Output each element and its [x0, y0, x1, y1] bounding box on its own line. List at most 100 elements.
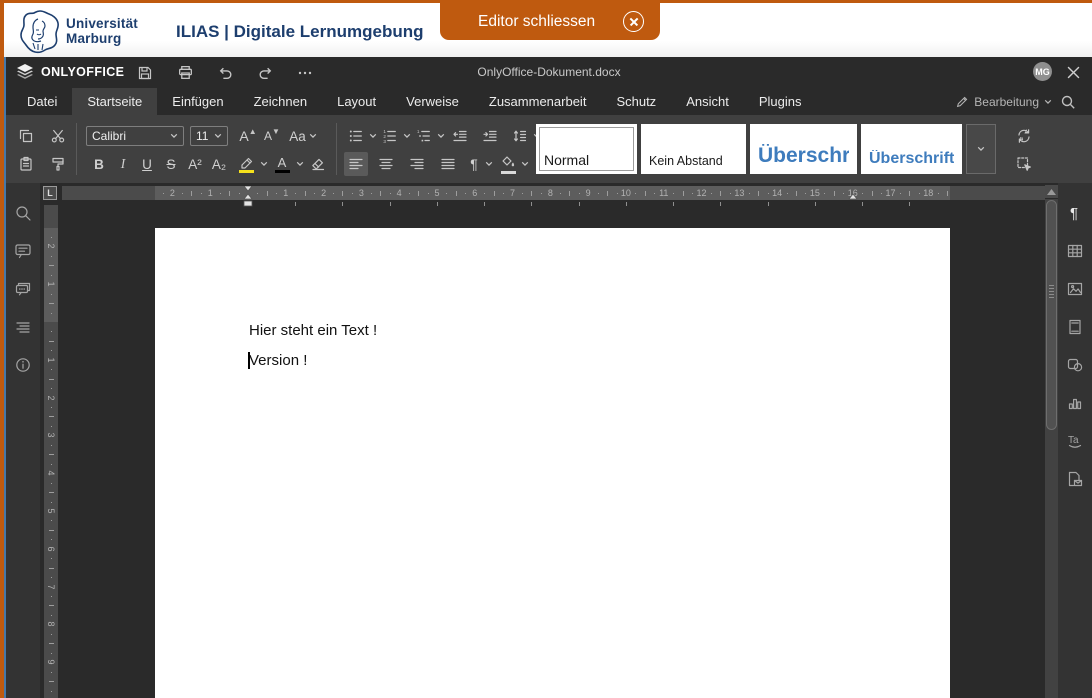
multilevel-list-button[interactable]: 1: [412, 124, 436, 148]
h-ruler-number: 8: [548, 188, 553, 198]
horizontal-ruler[interactable]: L 21123456789101112131415161718: [40, 186, 1045, 208]
subscript-button[interactable]: A₂: [208, 152, 230, 176]
v-ruler-number: 5: [46, 508, 56, 513]
style-card-berschrift-2[interactable]: Überschrift 2: [861, 124, 962, 174]
tabstop-selector[interactable]: L: [43, 186, 57, 200]
editing-mode-dropdown[interactable]: Bearbeitung: [955, 88, 1052, 115]
tab-zeichnen[interactable]: Zeichnen: [239, 88, 322, 115]
shading-button[interactable]: [496, 152, 520, 176]
tab-zusammenarbeit[interactable]: Zusammenarbeit: [474, 88, 602, 115]
font-size-select[interactable]: 11: [190, 126, 228, 146]
style-card-kein-abstand[interactable]: Kein Abstand: [641, 124, 746, 174]
textart-settings-icon[interactable]: Ta: [1062, 428, 1088, 454]
close-editor-button[interactable]: Editor schliessen: [440, 3, 660, 40]
bold-button[interactable]: B: [88, 152, 110, 176]
tab-startseite[interactable]: Startseite: [72, 88, 157, 115]
mailmerge-settings-icon[interactable]: [1062, 466, 1088, 492]
select-tool-button[interactable]: [1011, 152, 1037, 176]
bullets-button[interactable]: [344, 124, 368, 148]
navigation-icon[interactable]: [10, 314, 36, 340]
search-icon[interactable]: [1060, 90, 1084, 114]
superscript-button[interactable]: A²: [184, 152, 206, 176]
multilevel-list-arrow[interactable]: [435, 124, 446, 148]
font-color-arrow[interactable]: [294, 152, 305, 176]
left-indent-marker[interactable]: [243, 186, 253, 208]
change-case-button[interactable]: Aa: [286, 124, 320, 148]
paste-button[interactable]: [14, 152, 38, 176]
shading-arrow[interactable]: [519, 152, 530, 176]
toolbar-separator: [76, 123, 77, 175]
pencil-icon: [955, 95, 969, 109]
underline-button[interactable]: U: [136, 152, 158, 176]
replace-button[interactable]: AB: [1011, 124, 1037, 148]
scroll-up-button[interactable]: [1045, 185, 1058, 198]
numbered-list-button[interactable]: 123: [378, 124, 402, 148]
italic-button[interactable]: I: [112, 152, 134, 176]
print-button[interactable]: [172, 60, 198, 85]
v-ruler-number: 3: [46, 433, 56, 438]
bullets-arrow[interactable]: [367, 124, 378, 148]
tab-verweise[interactable]: Verweise: [391, 88, 474, 115]
tab-schutz[interactable]: Schutz: [601, 88, 671, 115]
align-right-button[interactable]: [405, 152, 429, 176]
user-avatar[interactable]: MG: [1033, 62, 1052, 81]
shape-settings-icon[interactable]: [1062, 352, 1088, 378]
about-icon[interactable]: [10, 352, 36, 378]
headerfooter-settings-icon[interactable]: [1062, 314, 1088, 340]
home-toolbar: Calibri 11 A▲A▼Aa BIUSA²A₂ A 123 1 ¶ NormalKein …: [6, 115, 1092, 183]
increase-indent-button[interactable]: [478, 124, 502, 148]
numbered-list-arrow[interactable]: [401, 124, 412, 148]
justify-button[interactable]: [436, 152, 460, 176]
format-painter-button[interactable]: [46, 152, 70, 176]
svg-text:1: 1: [417, 129, 420, 134]
document-page[interactable]: Hier steht ein Text !Version !: [155, 228, 950, 698]
table-settings-icon[interactable]: [1062, 238, 1088, 264]
page-title: ILIAS | Digitale Lernumgebung: [176, 22, 424, 42]
clear-style-button[interactable]: [306, 152, 330, 176]
align-left-button[interactable]: [344, 152, 368, 176]
paragraph-mark-arrow[interactable]: [483, 152, 494, 176]
undo-button[interactable]: [212, 60, 238, 85]
vertical-ruler[interactable]: 21123456789: [44, 205, 58, 698]
tab-ansicht[interactable]: Ansicht: [671, 88, 744, 115]
save-button[interactable]: [132, 60, 158, 85]
decrease-font-button[interactable]: A▼: [260, 124, 284, 148]
vertical-scrollbar[interactable]: [1045, 199, 1058, 698]
chart-settings-icon[interactable]: [1062, 390, 1088, 416]
v-ruler-number: 4: [46, 471, 56, 476]
style-gallery-more-button[interactable]: [966, 124, 996, 174]
more-actions-button[interactable]: [292, 60, 318, 85]
line-spacing-button[interactable]: [508, 124, 532, 148]
tab-plugins[interactable]: Plugins: [744, 88, 817, 115]
align-center-button[interactable]: [374, 152, 398, 176]
highlight-color-arrow[interactable]: [258, 152, 269, 176]
chat-icon[interactable]: [10, 276, 36, 302]
highlight-color-button[interactable]: [234, 152, 258, 176]
redo-button[interactable]: [252, 60, 278, 85]
decrease-indent-button[interactable]: [448, 124, 472, 148]
paragraph-mark-button[interactable]: ¶: [464, 152, 484, 176]
h-ruler-number: 4: [397, 188, 402, 198]
default-tabstop-mark: [390, 202, 391, 206]
tab-layout[interactable]: Layout: [322, 88, 391, 115]
svg-text:¶: ¶: [1070, 205, 1078, 222]
right-indent-marker[interactable]: [848, 186, 858, 200]
cut-button[interactable]: [46, 124, 70, 148]
font-color-button[interactable]: A: [270, 152, 294, 176]
scrollbar-thumb[interactable]: [1046, 200, 1057, 430]
increase-font-button[interactable]: A▲: [236, 124, 260, 148]
style-card-berschrift-1[interactable]: Überschrift 1: [750, 124, 857, 174]
font-name-select[interactable]: Calibri: [86, 126, 184, 146]
comments-icon[interactable]: [10, 238, 36, 264]
style-card-normal[interactable]: Normal: [536, 124, 637, 174]
font-name-value: Calibri: [92, 129, 126, 143]
copy-button[interactable]: [14, 124, 38, 148]
image-settings-icon[interactable]: [1062, 276, 1088, 302]
paragraph-settings-icon[interactable]: ¶: [1062, 200, 1088, 226]
close-icon[interactable]: [1063, 62, 1083, 82]
tab-datei[interactable]: Datei: [12, 88, 72, 115]
strikethrough-button[interactable]: S: [160, 152, 182, 176]
tab-einf-gen[interactable]: Einfügen: [157, 88, 238, 115]
search-icon[interactable]: [10, 200, 36, 226]
h-ruler-number: 13: [734, 188, 744, 198]
